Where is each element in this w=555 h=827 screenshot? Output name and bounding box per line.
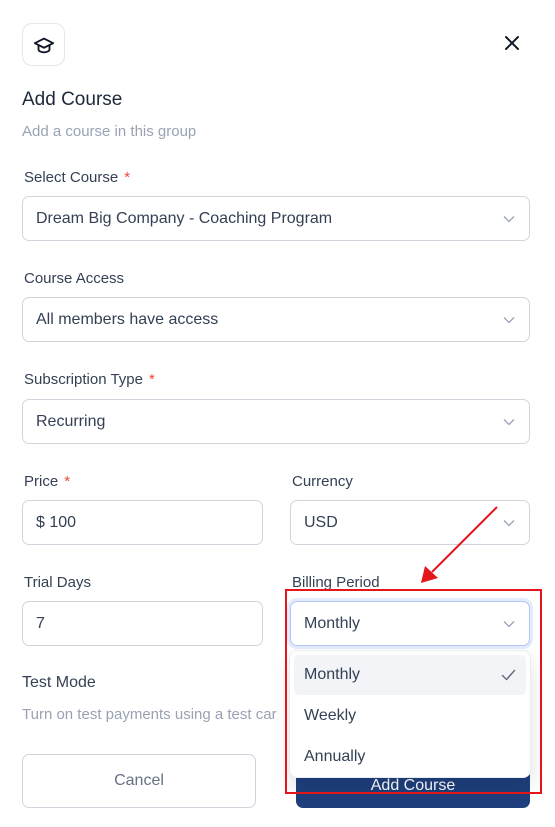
course-logo: [22, 23, 65, 66]
cancel-button[interactable]: Cancel: [22, 754, 256, 808]
price-value: $ 100: [36, 513, 77, 531]
billing-option-annually[interactable]: Annually: [294, 737, 526, 777]
billing-option-monthly[interactable]: Monthly: [294, 655, 526, 695]
chevron-down-icon: [502, 313, 516, 327]
trial-days-value: 7: [36, 614, 45, 632]
close-button[interactable]: [498, 29, 526, 57]
select-course-label: Select Course *: [24, 169, 131, 186]
price-label: Price *: [24, 473, 71, 490]
test-mode-label: Test Mode: [22, 674, 96, 691]
billing-option-weekly[interactable]: Weekly: [294, 696, 526, 736]
check-icon: [501, 669, 516, 681]
billing-period-value: Monthly: [304, 614, 361, 632]
required-marker: *: [124, 169, 131, 186]
trial-days-label: Trial Days: [24, 574, 91, 591]
close-icon: [505, 36, 519, 50]
subscription-type-value: Recurring: [36, 412, 106, 430]
billing-period-label: Billing Period: [292, 574, 380, 591]
billing-period-dropdown[interactable]: Monthly: [290, 601, 530, 646]
subscription-type-label: Subscription Type *: [24, 371, 155, 388]
chevron-down-icon: [502, 212, 516, 226]
required-marker: *: [148, 371, 155, 388]
required-marker: *: [64, 473, 71, 490]
chevron-down-icon: [502, 516, 516, 530]
trial-days-input[interactable]: 7: [22, 601, 263, 646]
billing-period-menu: Monthly Weekly Annually: [289, 650, 531, 778]
page-title: Add Course: [22, 89, 123, 110]
course-access-dropdown[interactable]: All members have access: [22, 297, 530, 342]
subscription-type-dropdown[interactable]: Recurring: [22, 399, 530, 444]
currency-dropdown[interactable]: USD: [290, 500, 530, 545]
course-access-value: All members have access: [36, 310, 219, 328]
select-course-dropdown[interactable]: Dream Big Company - Coaching Program: [22, 196, 530, 241]
currency-label: Currency: [292, 473, 353, 490]
chevron-down-icon: [502, 415, 516, 429]
page-subtitle: Add a course in this group: [22, 123, 197, 140]
currency-value: USD: [304, 513, 338, 531]
course-access-label: Course Access: [24, 270, 125, 287]
select-course-value: Dream Big Company - Coaching Program: [36, 209, 333, 227]
test-mode-description: Turn on test payments using a test car: [22, 706, 277, 723]
chevron-down-icon: [502, 617, 516, 631]
graduation-cap-icon: [33, 37, 54, 53]
price-input[interactable]: $ 100: [22, 500, 263, 545]
